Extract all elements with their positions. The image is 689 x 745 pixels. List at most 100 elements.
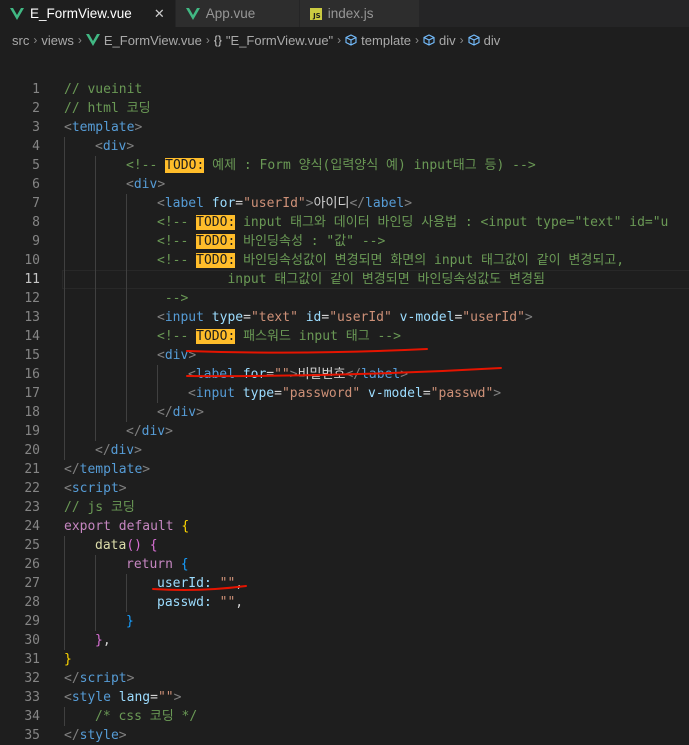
code-line[interactable]: 17 <input type="password" v-model="passwd… xyxy=(0,384,689,403)
indent-guide xyxy=(64,574,65,593)
code-line[interactable]: 31} xyxy=(0,650,689,669)
code-line[interactable]: 34 /* css 코딩 */ xyxy=(0,707,689,726)
code-line[interactable]: 12 --> xyxy=(0,289,689,308)
code-token: > xyxy=(118,728,127,743)
breadcrumb-component-label: "E_FormView.vue" xyxy=(225,32,334,48)
code-editor[interactable]: 1// vueinit 2// html 코딩 3 <template> 4 <div> 5… xyxy=(0,80,689,745)
code-line[interactable]: 11 input 태그값이 같이 변경되면 바인딩속성값도 변경됨 xyxy=(0,270,689,289)
breadcrumb-div[interactable]: div xyxy=(423,33,456,48)
indent-guide xyxy=(126,346,127,365)
indent-guide xyxy=(64,612,65,631)
indent-guide xyxy=(64,593,65,612)
code-token: > xyxy=(188,348,197,363)
code-token: > xyxy=(404,196,413,211)
code-line[interactable]: 5 <!-- TODO: 예제 : Form 양식(입력양식 예) input태그… xyxy=(0,156,689,175)
code-line[interactable]: 33 <style lang=""> xyxy=(0,688,689,707)
chevron-right-icon: › xyxy=(205,33,210,47)
code-token: > xyxy=(126,671,135,686)
line-number: 30 xyxy=(24,633,40,648)
indent-guide xyxy=(64,384,65,403)
breadcrumb-template[interactable]: template xyxy=(345,33,411,48)
code-line[interactable]: 25 data() { xyxy=(0,536,689,555)
code-token: > xyxy=(400,367,409,382)
code-line[interactable]: 18 </div> xyxy=(0,403,689,422)
code-line[interactable]: 20 </div> xyxy=(0,441,689,460)
code-token: type xyxy=(211,310,244,325)
code-line[interactable]: 9 <!-- TODO: 바인딩속성 : "값" --> xyxy=(0,232,689,251)
code-token: { xyxy=(180,557,189,572)
line-number: 33 xyxy=(24,690,40,705)
code-line[interactable]: 30}, xyxy=(0,631,689,650)
code-line[interactable]: 3 <template> xyxy=(0,118,689,137)
indent-guide xyxy=(157,365,158,384)
code-token: "" xyxy=(157,690,174,705)
code-text: <div> xyxy=(157,346,196,365)
breadcrumb-div[interactable]: div xyxy=(468,33,500,48)
code-line[interactable]: 29} xyxy=(0,612,689,631)
tab-e-formview-vue[interactable]: E_FormView.vue ✕ xyxy=(0,0,176,27)
code-token: div xyxy=(164,348,189,363)
code-line[interactable]: 13 <input type="text" id="userId" v-model… xyxy=(0,308,689,327)
code-token: <!-- xyxy=(157,253,197,268)
code-token: div xyxy=(141,424,166,439)
code-token: default xyxy=(118,519,174,534)
code-line[interactable]: 10 <!-- TODO: 바인딩속성값이 변경되면 화면의 input 태그값이… xyxy=(0,251,689,270)
chevron-right-icon: › xyxy=(33,33,38,47)
tab-label: index.js xyxy=(327,6,374,21)
code-line[interactable]: 22 <script> xyxy=(0,479,689,498)
breadcrumb-file[interactable]: E_FormView.vue xyxy=(85,33,202,48)
code-token: "password" xyxy=(281,386,361,401)
line-number: 4 xyxy=(32,139,40,154)
code-line[interactable]: 27 userId: "", xyxy=(0,574,689,593)
breadcrumb-src[interactable]: src xyxy=(12,33,29,48)
code-token: type xyxy=(242,386,275,401)
code-line[interactable]: 28 passwd: "", xyxy=(0,593,689,612)
code-line[interactable]: 26 return { xyxy=(0,555,689,574)
code-text: </div> xyxy=(95,441,142,460)
code-line[interactable]: 6 <div> xyxy=(0,175,689,194)
vue-icon xyxy=(10,7,24,20)
indent-guide xyxy=(64,365,65,384)
indent-guide xyxy=(126,574,127,593)
code-token: : xyxy=(203,576,212,591)
code-line[interactable]: 16 <label for="">비밀번호</label> xyxy=(0,365,689,384)
line-number: 20 xyxy=(24,443,40,458)
code-line[interactable]: 8 <!-- TODO: input 태그와 데이터 바인딩 사용법 : <inp… xyxy=(0,213,689,232)
code-line[interactable]: 1 // vueinit xyxy=(0,80,689,99)
close-icon[interactable]: ✕ xyxy=(154,6,165,22)
vue-icon xyxy=(185,7,200,20)
code-text: </template> xyxy=(64,460,150,479)
code-line[interactable]: 24 export default { xyxy=(0,517,689,536)
code-token: > xyxy=(289,367,298,382)
cube-icon xyxy=(423,34,435,46)
code-line[interactable]: 14 <!-- TODO: 패스워드 input 태그 --> xyxy=(0,327,689,346)
code-line[interactable]: 15 <div> xyxy=(0,346,689,365)
tab-label: App.vue xyxy=(205,6,256,21)
code-line[interactable]: 2 // html 코딩 xyxy=(0,99,689,118)
code-token: "userId" xyxy=(462,310,525,325)
code-line[interactable]: 7 <label for="userId">아이디</label> xyxy=(0,194,689,213)
breadcrumb-div-label: div xyxy=(439,32,456,48)
breadcrumb-views[interactable]: views xyxy=(41,33,74,48)
tab-index-js[interactable]: JS index.js xyxy=(299,0,420,27)
code-line[interactable]: 19 </div> xyxy=(0,422,689,441)
code-line[interactable]: 21 </template> xyxy=(0,460,689,479)
code-line[interactable]: 23 // js 코딩 xyxy=(0,498,689,517)
code-line[interactable]: 35 </style> xyxy=(0,726,689,745)
code-token: for xyxy=(242,367,267,382)
indent-guide xyxy=(64,232,65,251)
indent-guide xyxy=(95,194,96,213)
line-number: 22 xyxy=(24,481,40,496)
code-line[interactable]: 4 <div> xyxy=(0,137,689,156)
code-token: { xyxy=(181,519,190,534)
code-token: </ xyxy=(345,367,362,382)
code-line[interactable]: 32 </script> xyxy=(0,669,689,688)
code-token: < xyxy=(157,348,165,363)
code-token: { xyxy=(149,538,158,553)
code-token: </ xyxy=(64,728,80,743)
indent-guide xyxy=(95,365,96,384)
code-token: "" xyxy=(219,576,236,591)
tab-app-vue[interactable]: App.vue xyxy=(175,0,300,27)
chevron-right-icon: › xyxy=(415,33,420,47)
breadcrumb-component[interactable]: {} "E_FormView.vue" xyxy=(214,33,333,48)
